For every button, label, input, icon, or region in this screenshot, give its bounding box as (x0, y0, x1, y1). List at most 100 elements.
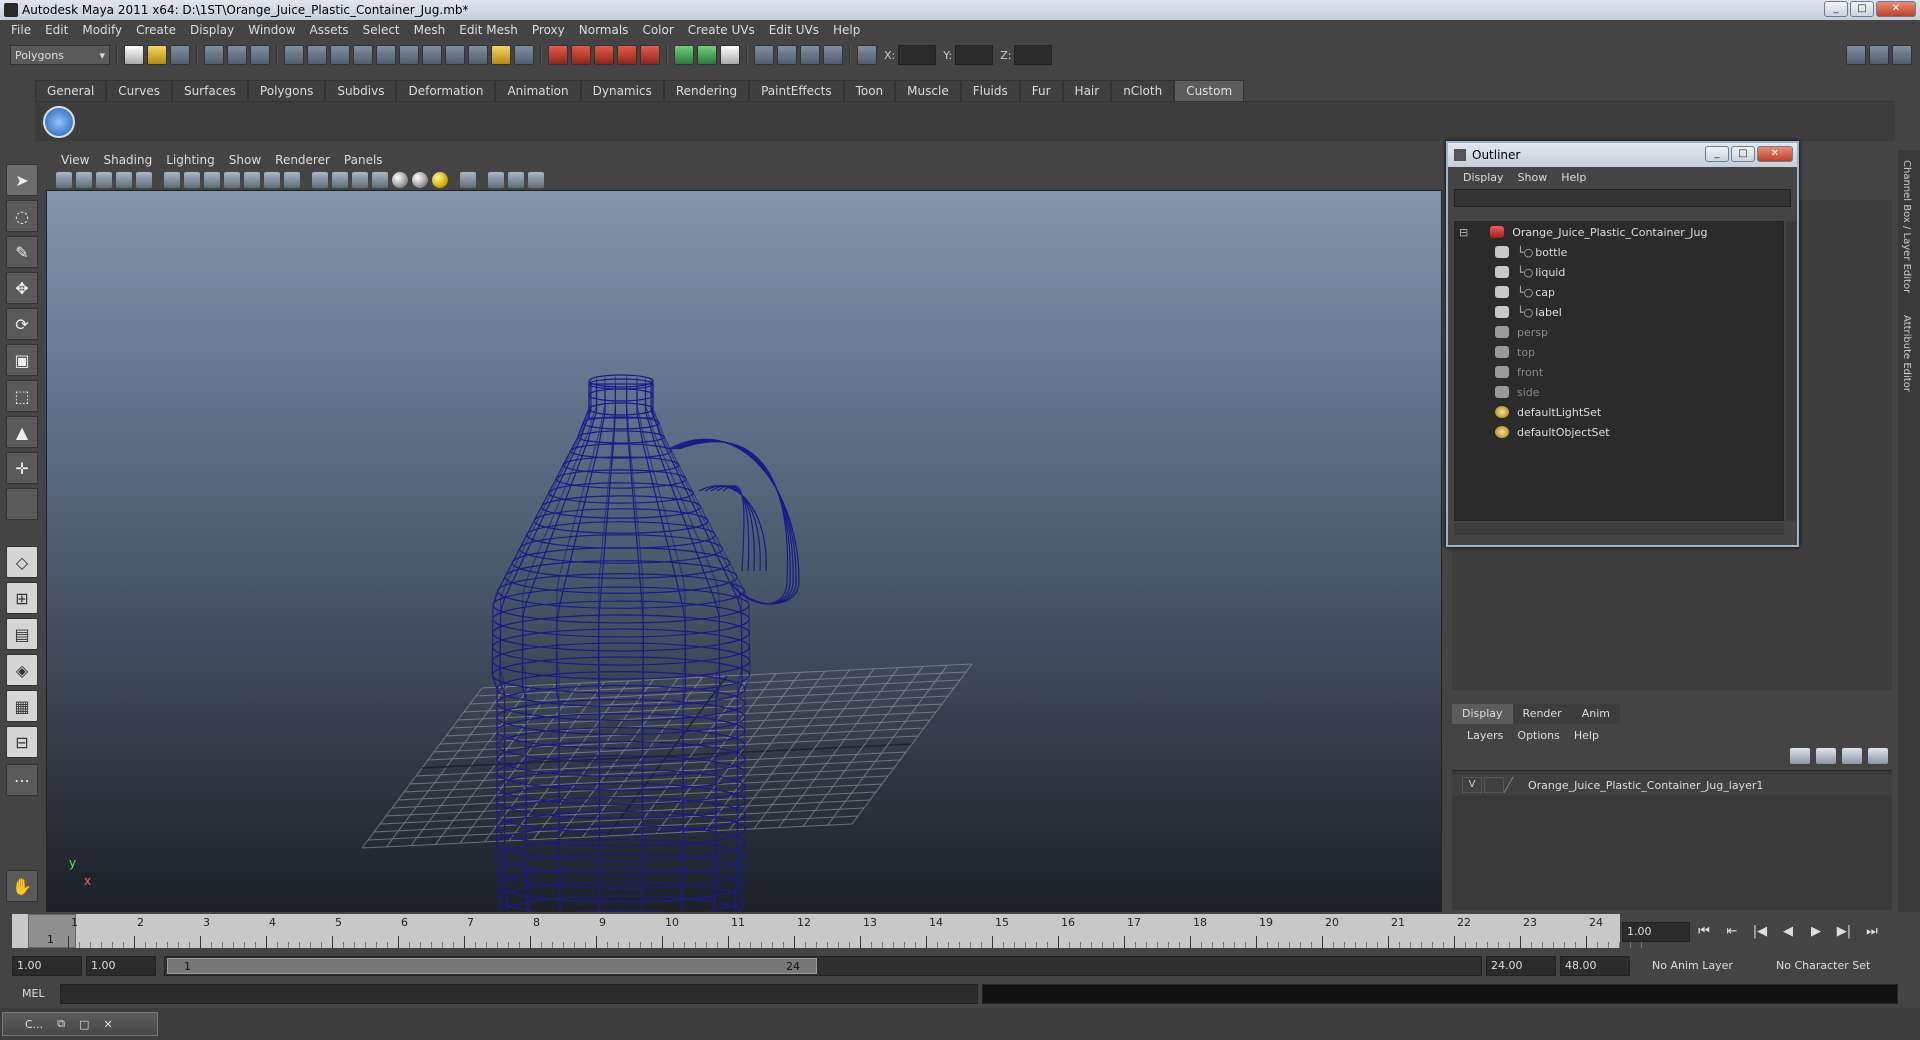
layer-name[interactable]: Orange_Juice_Plastic_Container_Jug_layer… (1528, 779, 1763, 792)
camera-attributes-icon[interactable] (76, 172, 92, 188)
shelf-tab-dynamics[interactable]: Dynamics (580, 80, 664, 101)
create-empty-layer-icon[interactable] (1842, 748, 1862, 764)
side-tab-channel-box[interactable]: Channel Box / Layer Editor (1901, 160, 1912, 293)
layer-tab-display[interactable]: Display (1452, 704, 1513, 724)
select-deformations-icon[interactable] (399, 45, 419, 65)
shelf-tab-custom[interactable]: Custom (1174, 80, 1245, 101)
select-handles-icon[interactable] (307, 45, 327, 65)
outliner-menu-display[interactable]: Display (1456, 171, 1511, 184)
paint-select-tool-icon[interactable]: ✎ (6, 236, 38, 268)
transform-mode-icon[interactable] (857, 45, 877, 65)
show-channel-box-icon[interactable] (1892, 45, 1912, 65)
smooth-shade-icon[interactable] (332, 172, 348, 188)
restore-icon[interactable]: ⧉ (57, 1017, 65, 1031)
outliner-filter-field[interactable] (1454, 189, 1791, 207)
rotate-tool-icon[interactable]: ⟳ (6, 308, 38, 340)
wireframe-icon[interactable] (312, 172, 328, 188)
shelf-tab-general[interactable]: General (35, 80, 107, 101)
y-field[interactable] (955, 45, 994, 65)
step-back-key-icon[interactable]: ⇤ (1722, 922, 1742, 942)
gate-mask-icon[interactable] (224, 172, 240, 188)
shelf-tab-toon[interactable]: Toon (843, 80, 896, 101)
side-tab-attribute-editor[interactable]: Attribute Editor (1901, 315, 1912, 392)
selection-mask-icon[interactable] (284, 45, 304, 65)
shelf-tab-animation[interactable]: Animation (495, 80, 581, 101)
viewport-menu-panels[interactable]: Panels (337, 153, 390, 167)
menu-edit[interactable]: Edit (38, 23, 75, 37)
menu-create[interactable]: Create (129, 23, 183, 37)
step-forward-frame-icon[interactable]: ▶| (1834, 922, 1854, 942)
play-backwards-icon[interactable]: ◀ (1778, 922, 1798, 942)
shelf-tab-hair[interactable]: Hair (1062, 80, 1112, 101)
outliner-minimize-button[interactable]: _ (1705, 146, 1729, 162)
outliner-close-button[interactable]: ✕ (1757, 146, 1793, 162)
outliner-item-liquid[interactable]: └○ liquid (1495, 262, 1565, 282)
menu-edit-mesh[interactable]: Edit Mesh (452, 23, 525, 37)
range-slider[interactable]: 1 24 (164, 956, 1482, 976)
lasso-tool-icon[interactable]: ◌ (6, 200, 38, 232)
shelf-tab-curves[interactable]: Curves (106, 80, 172, 101)
persp-graph-layout-icon[interactable]: ◈ (6, 654, 38, 686)
last-tool-icon[interactable] (6, 488, 38, 520)
shelf-tab-muscle[interactable]: Muscle (895, 80, 961, 101)
lock-selection-icon[interactable] (491, 45, 511, 65)
select-by-object-icon[interactable] (227, 45, 247, 65)
outliner-item-top[interactable]: top (1495, 342, 1535, 362)
construction-history-icon[interactable] (720, 45, 740, 65)
close-button[interactable]: ✕ (1876, 1, 1916, 17)
playback-end-field[interactable]: 24.00 (1486, 956, 1556, 976)
select-joints-icon[interactable] (330, 45, 350, 65)
menu-help[interactable]: Help (826, 23, 867, 37)
outliner-item-side[interactable]: side (1495, 382, 1540, 402)
default-lighting-icon[interactable] (392, 172, 408, 188)
go-to-start-icon[interactable]: ⏮ (1694, 922, 1714, 942)
new-scene-icon[interactable] (124, 45, 144, 65)
xray-joints-icon[interactable] (508, 172, 524, 188)
make-live-icon[interactable] (640, 45, 660, 65)
move-layer-down-icon[interactable] (1816, 748, 1836, 764)
textured-icon[interactable] (372, 172, 388, 188)
character-set-dropdown[interactable]: No Character Set (1770, 956, 1880, 976)
shelf-tab-fluids[interactable]: Fluids (960, 80, 1020, 101)
move-tool-icon[interactable]: ✥ (6, 272, 38, 304)
menu-color[interactable]: Color (635, 23, 680, 37)
outliner-item-bottle[interactable]: └○ bottle (1495, 242, 1567, 262)
persp-outliner-layout-icon[interactable]: ▤ (6, 618, 38, 650)
isolate-select-icon[interactable] (460, 172, 476, 188)
outliner-titlebar[interactable]: Outliner _ □ ✕ (1448, 143, 1797, 167)
select-by-hierarchy-icon[interactable] (204, 45, 224, 65)
shelf-tab-ncloth[interactable]: nCloth (1111, 80, 1175, 101)
menu-assets[interactable]: Assets (303, 23, 356, 37)
select-misc-icon[interactable] (468, 45, 488, 65)
film-gate-icon[interactable] (184, 172, 200, 188)
show-attribute-editor-icon[interactable] (1846, 45, 1866, 65)
viewport-menu-show[interactable]: Show (222, 153, 268, 167)
bookmarks-icon[interactable] (96, 172, 112, 188)
select-camera-icon[interactable] (56, 172, 72, 188)
collapse-icon[interactable]: ⊟ (1459, 226, 1468, 239)
safe-title-icon[interactable] (284, 172, 300, 188)
viewport-menu-shading[interactable]: Shading (96, 153, 159, 167)
four-view-layout-icon[interactable]: ⊞ (6, 582, 38, 614)
play-forwards-icon[interactable]: ▶ (1806, 922, 1826, 942)
grid-icon[interactable] (164, 172, 180, 188)
checkmark-shelf-icon[interactable] (43, 106, 75, 138)
go-to-end-icon[interactable]: ⏭ (1862, 922, 1882, 942)
snap-to-curve-icon[interactable] (571, 45, 591, 65)
outliner-item-persp[interactable]: persp (1495, 322, 1548, 342)
outliner-item-group[interactable]: ⊟ Orange_Juice_Plastic_Container_Jug (1459, 222, 1707, 242)
layer-type-toggle[interactable] (1484, 777, 1504, 793)
anim-layer-dropdown[interactable]: No Anim Layer (1646, 956, 1766, 976)
outliner-item-cap[interactable]: └○ cap (1495, 282, 1555, 302)
shadows-icon[interactable] (432, 172, 448, 188)
layout-expand-icon[interactable]: ⋯ (6, 764, 38, 796)
menu-display[interactable]: Display (183, 23, 241, 37)
snap-to-point-icon[interactable] (594, 45, 614, 65)
layer-menu-layers[interactable]: Layers (1460, 729, 1510, 742)
shelf-tab-fur[interactable]: Fur (1019, 80, 1063, 101)
outliner-maximize-button[interactable]: □ (1731, 146, 1755, 162)
save-scene-icon[interactable] (170, 45, 190, 65)
layer-menu-help[interactable]: Help (1567, 729, 1606, 742)
create-layer-from-selected-icon[interactable] (1868, 748, 1888, 764)
image-plane-icon[interactable] (116, 172, 132, 188)
